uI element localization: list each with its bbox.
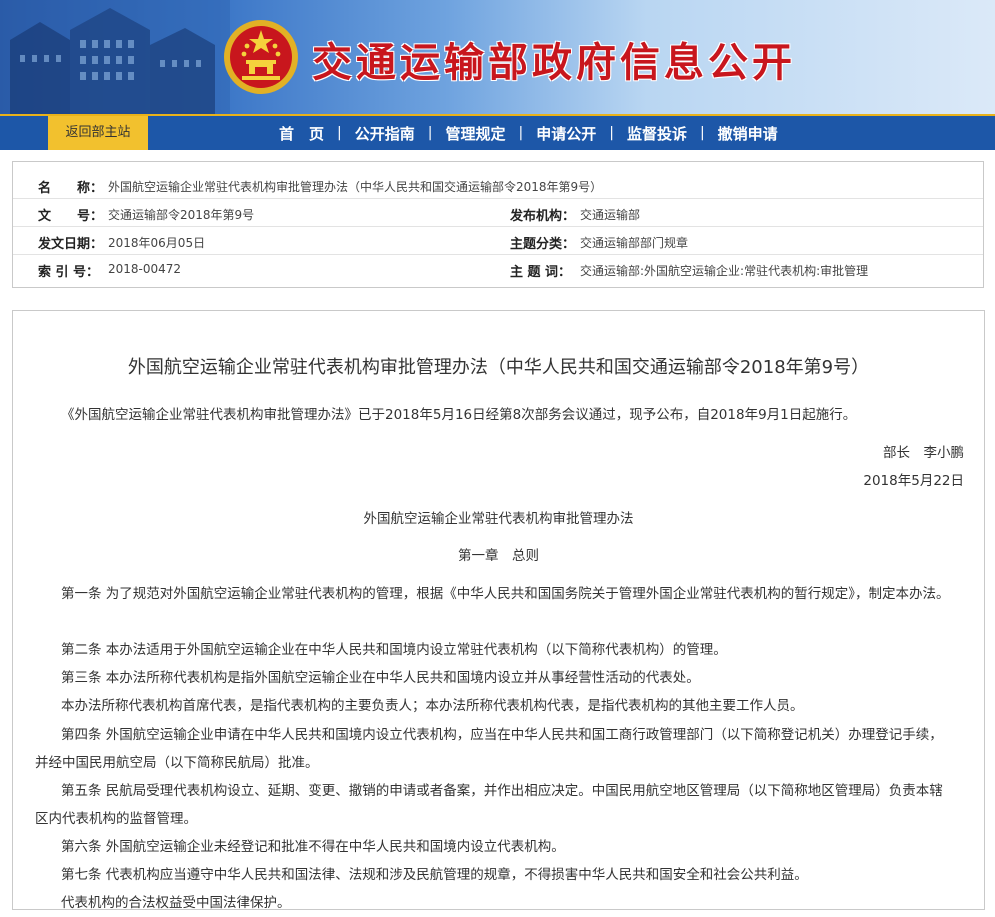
index-label: 索 引 号： <box>38 265 100 280</box>
article-paragraph: 第二条 本办法适用于外国航空运输企业在中华人民共和国境内设立常驻代表机构（以下简… <box>61 642 727 658</box>
index-value: 2018-00472 <box>108 262 182 276</box>
meta-row: 文 号： 交通运输部令2018年第9号 发布机构： 交通运输部 <box>13 198 983 227</box>
document-content: 外国航空运输企业常驻代表机构审批管理办法（中华人民共和国交通运输部令2018年第… <box>12 310 985 911</box>
issuer-value: 交通运输部 <box>580 208 641 222</box>
article-paragraph: 第五条 民航局受理代表机构设立、延期、变更、撤销的申请或者备案，并作出相应决定。… <box>35 783 943 827</box>
article-paragraph: 第三条 本办法所称代表机构是指外国航空运输企业在中华人民共和国境内设立并从事经营… <box>61 670 700 686</box>
document-metadata: 名 称： 外国航空运输企业常驻代表机构审批管理办法（中华人民共和国交通运输部令2… <box>12 161 984 288</box>
article-paragraph: 第四条 外国航空运输企业申请在中华人民共和国境内设立代表机构，应当在中华人民共和… <box>35 727 943 771</box>
article-paragraph: 第一条 为了规范对外国航空运输企业常驻代表机构的管理，根据《中华人民共和国国务院… <box>61 586 950 602</box>
article-paragraph: 本办法所称代表机构首席代表，是指代表机构的主要负责人；本办法所称代表机构代表，是… <box>61 698 804 714</box>
docno-label: 文 号： <box>38 209 104 224</box>
national-emblem-icon <box>224 20 298 94</box>
category-label: 主题分类： <box>510 237 576 252</box>
site-banner: 交通运输部政府信息公开 <box>0 0 995 114</box>
date-value: 2018年06月05日 <box>108 236 206 250</box>
meta-row: 名 称： 外国航空运输企业常驻代表机构审批管理办法（中华人民共和国交通运输部令2… <box>13 170 983 199</box>
keywords-label: 主 题 词： <box>510 265 572 280</box>
article-paragraph: 第六条 外国航空运输企业未经登记和批准不得在中华人民共和国境内设立代表机构。 <box>61 839 565 855</box>
nav-apply-disclosure[interactable]: 申请公开 <box>523 123 609 144</box>
issuer-label: 发布机构： <box>510 209 576 224</box>
intro-paragraph: 《外国航空运输企业常驻代表机构审批管理办法》已于2018年5月16日经第8次部务… <box>61 407 857 423</box>
site-title: 交通运输部政府信息公开 <box>312 39 796 86</box>
nav-regulations[interactable]: 管理规定 <box>432 123 518 144</box>
signer: 部长 李小鹏 <box>883 445 964 461</box>
main-nav: 返回部主站 首 页 | 公开指南 | 管理规定 | 申请公开 | 监督投诉 | … <box>0 114 995 150</box>
nav-open-guide[interactable]: 公开指南 <box>342 123 428 144</box>
nav-withdraw-application[interactable]: 撤销申请 <box>705 123 791 144</box>
building-illustration <box>0 0 230 114</box>
name-value: 外国航空运输企业常驻代表机构审批管理办法（中华人民共和国交通运输部令2018年第… <box>108 180 603 194</box>
article-paragraph: 代表机构的合法权益受中国法律保护。 <box>61 895 291 911</box>
meta-row: 索 引 号： 2018-00472 主 题 词： 交通运输部:外国航空运输企业:… <box>13 254 983 282</box>
date-label: 发文日期： <box>38 237 104 252</box>
chapter-heading: 第一章 总则 <box>458 548 539 564</box>
nav-items: 首 页 | 公开指南 | 管理规定 | 申请公开 | 监督投诉 | 撤销申请 <box>266 116 791 150</box>
article-paragraph: 第七条 代表机构应当遵守中华人民共和国法律、法规和涉及民航管理的规章，不得损害中… <box>61 867 808 883</box>
nav-home[interactable]: 首 页 <box>266 123 337 144</box>
category-value: 交通运输部部门规章 <box>580 236 689 250</box>
name-label: 名 称： <box>38 181 104 196</box>
back-to-main-site-button[interactable]: 返回部主站 <box>48 116 148 150</box>
nav-supervision-complaint[interactable]: 监督投诉 <box>614 123 700 144</box>
sign-date: 2018年5月22日 <box>863 473 964 489</box>
document-subtitle: 外国航空运输企业常驻代表机构审批管理办法 <box>363 511 634 527</box>
meta-row: 发文日期： 2018年06月05日 主题分类： 交通运输部部门规章 <box>13 226 983 255</box>
document-title: 外国航空运输企业常驻代表机构审批管理办法（中华人民共和国交通运输部令2018年第… <box>127 357 870 378</box>
docno-value: 交通运输部令2018年第9号 <box>108 208 255 222</box>
keywords-value: 交通运输部:外国航空运输企业:常驻代表机构:审批管理 <box>580 264 869 278</box>
